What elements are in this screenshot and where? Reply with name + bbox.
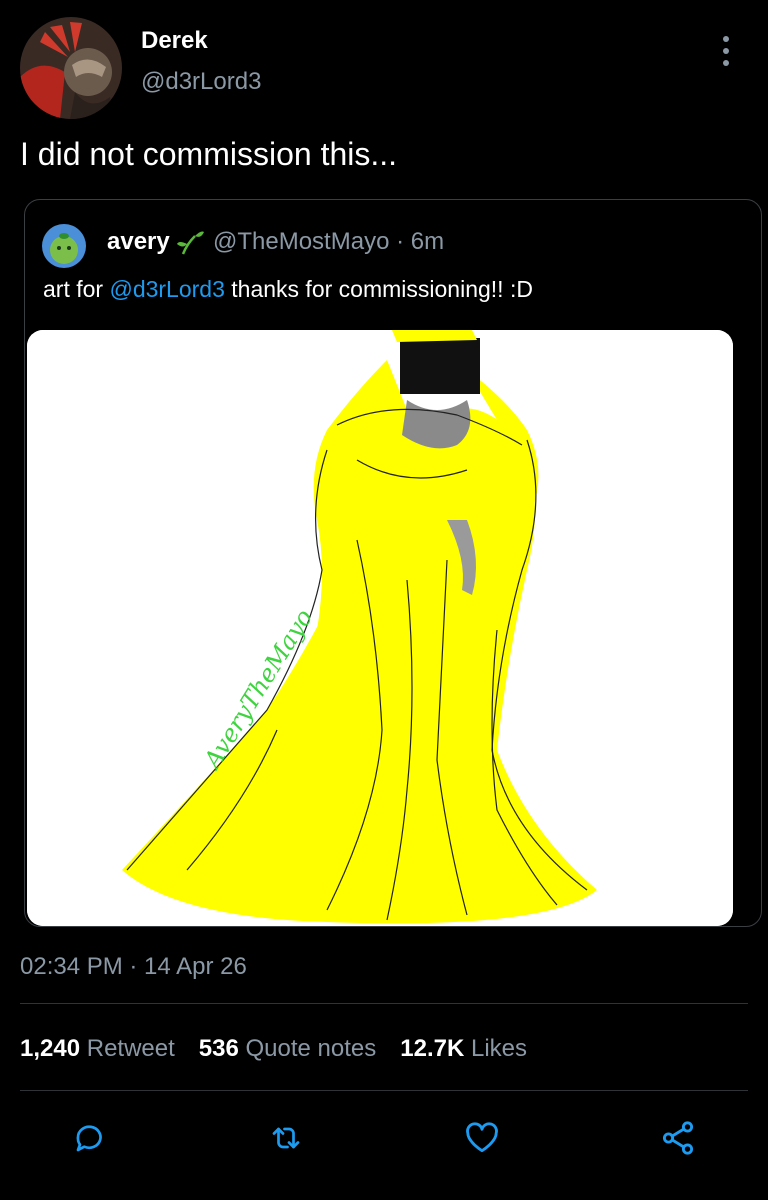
author-avatar[interactable]: [20, 17, 122, 119]
more-vertical-icon[interactable]: [714, 36, 738, 66]
tweet-stats: 1,240 Retweet 536 Quote notes 12.7K Like…: [20, 1035, 527, 1063]
quoted-display-name[interactable]: avery: [107, 228, 170, 256]
quoted-author-avatar[interactable]: [42, 224, 86, 268]
retweets-stat[interactable]: 1,240 Retweet: [20, 1035, 175, 1063]
quoted-text: art for @d3rLord3 thanks for commissioni…: [43, 276, 533, 303]
author-handle[interactable]: @d3rLord3: [141, 68, 261, 96]
tweet-text: I did not commission this...: [20, 136, 398, 172]
author-display-name[interactable]: Derek: [141, 27, 208, 55]
retweets-label: Retweet: [86, 1035, 175, 1062]
retweet-icon: [272, 1127, 300, 1149]
quoted-artwork-image[interactable]: AveryTheMayo: [27, 330, 733, 926]
quoted-meta: @TheMostMayo · 6m: [213, 228, 444, 256]
quoted-handle[interactable]: @TheMostMayo: [213, 228, 389, 255]
quotes-stat[interactable]: 536 Quote notes: [199, 1035, 376, 1063]
retweet-button[interactable]: [266, 1118, 306, 1158]
quoted-mention[interactable]: @d3rLord3: [109, 276, 224, 302]
likes-count: 12.7K: [400, 1035, 465, 1062]
retweets-count: 1,240: [20, 1035, 81, 1062]
meta-separator: ·: [396, 228, 405, 255]
quoted-text-suffix: thanks for commissioning!! :D: [231, 276, 533, 302]
quotes-count: 536: [198, 1035, 239, 1062]
likes-label: Likes: [470, 1035, 528, 1062]
quoted-time: 6m: [410, 228, 445, 255]
quotes-label: Quote notes: [245, 1035, 377, 1062]
divider-bottom: [20, 1090, 748, 1091]
quoted-tweet-card[interactable]: avery @TheMostMayo · 6m art for @d3rLord…: [24, 199, 762, 927]
likes-stat[interactable]: 12.7K Likes: [400, 1035, 527, 1063]
share-icon: [662, 1121, 694, 1155]
reply-button[interactable]: [70, 1118, 110, 1158]
quoted-text-prefix: art for: [43, 276, 104, 302]
heart-icon: [466, 1122, 498, 1153]
share-button[interactable]: [658, 1118, 698, 1158]
divider-top: [20, 1003, 748, 1004]
sprout-icon: [177, 231, 204, 255]
reply-icon: [76, 1125, 102, 1152]
like-button[interactable]: [462, 1118, 502, 1158]
tweet-timestamp: 02:34 PM · 14 Apr 26: [20, 953, 247, 980]
